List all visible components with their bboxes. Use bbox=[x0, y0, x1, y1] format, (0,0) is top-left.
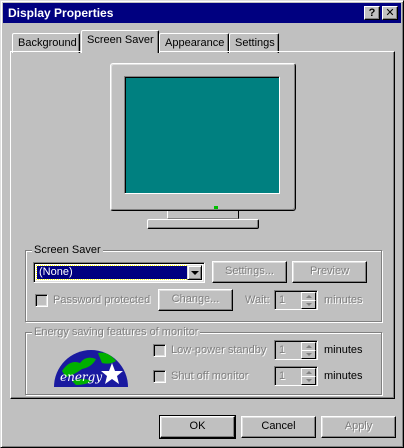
chevron-down-icon[interactable] bbox=[187, 265, 202, 280]
screen-saver-select[interactable]: (None) bbox=[33, 262, 205, 283]
low-power-down-arrow-icon[interactable] bbox=[301, 350, 316, 359]
shut-off-label: Shut off monitor bbox=[171, 370, 249, 382]
low-power-unit: minutes bbox=[324, 344, 363, 356]
low-power-checkbox[interactable] bbox=[153, 344, 166, 357]
tab-settings[interactable]: Settings bbox=[229, 33, 279, 53]
help-button[interactable]: ? bbox=[364, 6, 380, 20]
ok-button-label: OK bbox=[189, 420, 206, 432]
low-power-value: 1 bbox=[279, 344, 286, 356]
monitor-stand-neck bbox=[167, 211, 239, 219]
settings-button-label: Settings... bbox=[225, 265, 274, 277]
energy-group-label: Energy saving features of monitor bbox=[32, 326, 201, 338]
screen-saver-group-label: Screen Saver bbox=[32, 244, 103, 256]
settings-button[interactable]: Settings... bbox=[212, 261, 287, 283]
tab-background-label: Background bbox=[18, 37, 77, 49]
shut-off-checkbox[interactable] bbox=[153, 370, 166, 383]
change-password-button-label: Change... bbox=[171, 293, 220, 305]
cancel-button-label: Cancel bbox=[261, 420, 296, 432]
ok-button[interactable]: OK bbox=[159, 415, 236, 439]
low-power-spinner[interactable]: 1 bbox=[274, 340, 318, 360]
screen-saver-selected-value: (None) bbox=[36, 265, 189, 280]
display-properties-window: Display Properties ? ✕ Background Screen… bbox=[0, 0, 404, 448]
energy-star-logo: energy bbox=[54, 350, 128, 387]
apply-button[interactable]: Apply bbox=[321, 416, 396, 438]
tab-background[interactable]: Background bbox=[12, 33, 80, 53]
low-power-label: Low-power standby bbox=[171, 344, 267, 356]
tab-screen-saver[interactable]: Screen Saver bbox=[81, 30, 159, 53]
tab-appearance-label: Appearance bbox=[165, 37, 225, 49]
shut-off-value: 1 bbox=[279, 370, 286, 382]
change-password-button[interactable]: Change... bbox=[158, 289, 233, 311]
wait-down-arrow-icon[interactable] bbox=[301, 300, 316, 309]
preview-button[interactable]: Preview bbox=[292, 261, 367, 283]
wait-label: Wait: bbox=[245, 294, 270, 306]
tab-settings-label: Settings bbox=[235, 37, 275, 49]
window-title: Display Properties bbox=[8, 6, 114, 20]
energy-logo-text: energy bbox=[60, 370, 102, 384]
monitor-stand-base bbox=[147, 219, 259, 229]
close-button[interactable]: ✕ bbox=[382, 6, 398, 20]
monitor-screen bbox=[124, 76, 280, 194]
password-protected-checkbox[interactable] bbox=[35, 294, 48, 307]
title-bar[interactable]: Display Properties ? ✕ bbox=[3, 3, 401, 23]
wait-value: 1 bbox=[279, 294, 286, 306]
tab-screen-saver-label: Screen Saver bbox=[87, 34, 154, 46]
preview-button-label: Preview bbox=[309, 265, 350, 277]
monitor-power-led bbox=[214, 206, 218, 209]
apply-button-label: Apply bbox=[344, 420, 373, 432]
shut-off-unit: minutes bbox=[324, 370, 363, 382]
cancel-button[interactable]: Cancel bbox=[241, 416, 316, 438]
shut-off-down-arrow-icon[interactable] bbox=[301, 376, 316, 385]
shut-off-spinner[interactable]: 1 bbox=[274, 366, 318, 386]
wait-spinner[interactable]: 1 bbox=[274, 290, 318, 310]
password-protected-label: Password protected bbox=[53, 294, 151, 306]
wait-unit: minutes bbox=[324, 294, 363, 306]
tab-appearance[interactable]: Appearance bbox=[159, 33, 229, 53]
